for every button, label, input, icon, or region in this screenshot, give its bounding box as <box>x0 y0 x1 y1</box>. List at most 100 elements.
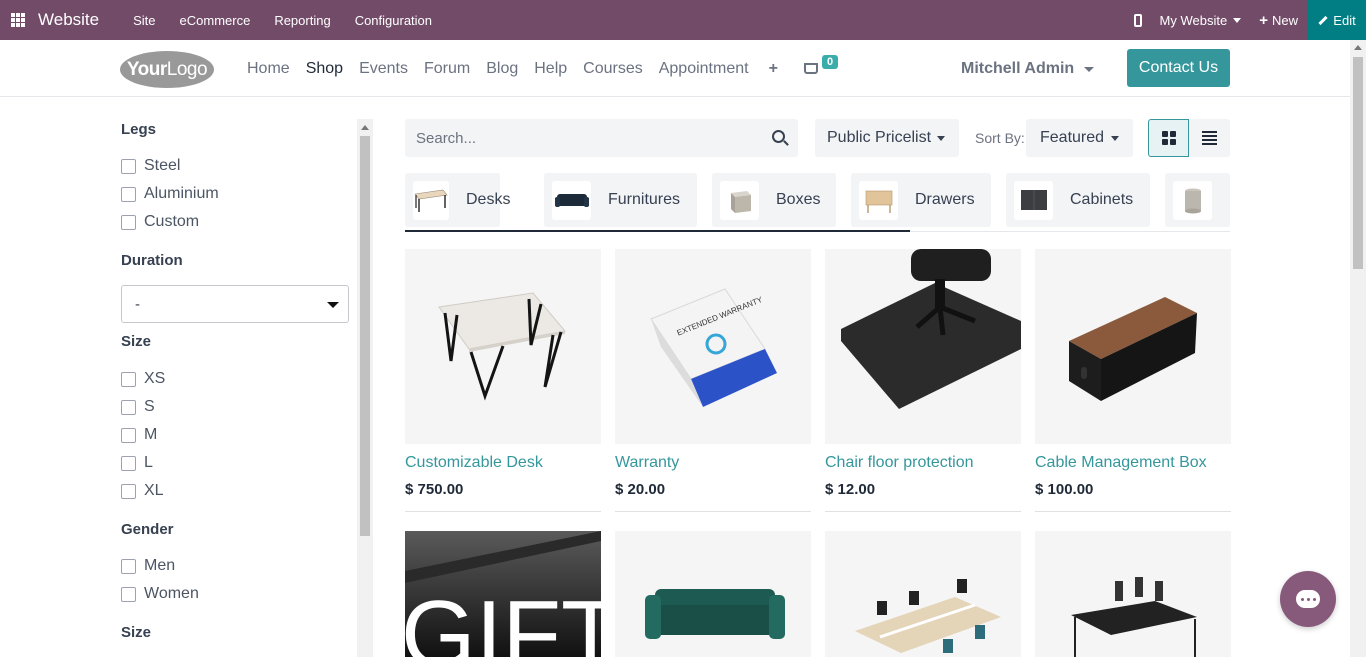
product-card[interactable]: Customizable Desk $ 750.00 <box>405 249 601 512</box>
livechat-button[interactable] <box>1280 571 1336 627</box>
filter-size-xs[interactable]: XS <box>121 370 165 388</box>
website-switcher[interactable]: My Website <box>1160 13 1242 28</box>
filter-size-l[interactable]: L <box>121 454 153 472</box>
checkbox[interactable] <box>121 186 136 202</box>
filter-legs-aluminium[interactable]: Aluminium <box>121 185 219 203</box>
contact-us-button[interactable]: Contact Us <box>1127 49 1230 87</box>
add-menu-plus-icon[interactable]: + <box>769 60 778 78</box>
menu-configuration[interactable]: Configuration <box>343 13 444 28</box>
filter-gender-women[interactable]: Women <box>121 585 199 603</box>
nav-help[interactable]: Help <box>534 60 567 78</box>
checkbox[interactable] <box>121 371 136 387</box>
apps-menu-icon[interactable] <box>0 0 36 40</box>
product-name[interactable]: Chair floor protection <box>825 454 1021 472</box>
sidebar-scrollbar-thumb[interactable] <box>360 136 370 536</box>
card-divider <box>825 511 1021 512</box>
filter-gender-men[interactable]: Men <box>121 557 175 575</box>
sidebar-scrollbar[interactable] <box>357 119 373 657</box>
search-input[interactable]: Search... <box>416 130 476 147</box>
category-partial[interactable] <box>1165 173 1230 227</box>
nav-blog[interactable]: Blog <box>486 60 518 78</box>
site-logo[interactable]: Your Logo <box>120 51 214 88</box>
category-scroll-indicator <box>405 230 910 232</box>
product-card[interactable] <box>615 531 811 657</box>
product-name[interactable]: Cable Management Box <box>1035 454 1231 472</box>
product-image[interactable] <box>405 249 601 444</box>
nav-forum[interactable]: Forum <box>424 60 470 78</box>
pricelist-dropdown[interactable]: Public Pricelist <box>815 119 959 157</box>
nav-events[interactable]: Events <box>359 60 408 78</box>
checkbox[interactable] <box>121 158 136 174</box>
card-divider <box>1035 511 1231 512</box>
category-boxes[interactable]: Boxes <box>712 173 836 227</box>
nav-appointment[interactable]: Appointment <box>659 60 749 78</box>
menu-site[interactable]: Site <box>121 13 167 28</box>
nav-shop[interactable]: Shop <box>306 60 343 78</box>
page-scrollbar-thumb[interactable] <box>1353 57 1363 269</box>
mobile-preview-icon[interactable] <box>1133 13 1142 27</box>
list-view-button[interactable] <box>1189 119 1230 157</box>
product-image[interactable]: EXTENDED WARRANTY <box>615 249 811 444</box>
product-card[interactable]: GIFT <box>405 531 601 657</box>
sort-dropdown[interactable]: Featured <box>1026 119 1133 157</box>
product-image[interactable] <box>825 249 1021 444</box>
filter-legs-title: Legs <box>121 121 157 138</box>
product-card[interactable] <box>825 531 1021 657</box>
filter-legs-custom[interactable]: Custom <box>121 213 199 231</box>
user-menu[interactable]: Mitchell Admin <box>961 60 1095 78</box>
filter-size-xl[interactable]: XL <box>121 482 164 500</box>
cart-link[interactable]: 0 <box>804 55 839 74</box>
scroll-up-icon[interactable] <box>1354 45 1362 50</box>
chat-bubble-icon <box>1296 590 1320 608</box>
new-button-label: New <box>1271 12 1298 28</box>
checkbox[interactable] <box>121 455 136 471</box>
chevron-down-icon <box>937 136 945 141</box>
filter-option-label: Custom <box>144 213 200 230</box>
category-cabinets[interactable]: Cabinets <box>1006 173 1150 227</box>
product-image[interactable] <box>1035 249 1231 444</box>
website-header: Your Logo Home Shop Events Forum Blog Hel… <box>0 40 1350 97</box>
nav-home[interactable]: Home <box>247 60 290 78</box>
menu-reporting[interactable]: Reporting <box>262 13 342 28</box>
new-button[interactable]: + New <box>1259 12 1298 29</box>
page-scrollbar[interactable] <box>1350 40 1366 657</box>
nav-courses[interactable]: Courses <box>583 60 643 78</box>
filter-size-s[interactable]: S <box>121 398 155 416</box>
filter-legs-steel[interactable]: Steel <box>121 157 180 175</box>
filter-size-m[interactable]: M <box>121 426 157 444</box>
card-divider <box>615 511 811 512</box>
category-thumbnail <box>1173 180 1212 220</box>
category-drawers[interactable]: Drawers <box>851 173 991 227</box>
checkbox[interactable] <box>121 399 136 415</box>
menu-ecommerce[interactable]: eCommerce <box>168 13 263 28</box>
product-image[interactable] <box>615 531 811 657</box>
product-image[interactable]: GIFT <box>405 531 601 657</box>
category-desks[interactable]: Desks <box>405 173 510 227</box>
product-card[interactable] <box>1035 531 1231 657</box>
edit-button[interactable]: Edit <box>1308 0 1366 40</box>
product-card[interactable]: EXTENDED WARRANTY Warranty $ 20.00 <box>615 249 811 512</box>
product-card[interactable]: Chair floor protection $ 12.00 <box>825 249 1021 512</box>
product-name[interactable]: Customizable Desk <box>405 454 601 472</box>
checkbox[interactable] <box>121 586 136 602</box>
product-price: $ 12.00 <box>825 481 876 498</box>
product-search[interactable]: Search... <box>405 119 798 157</box>
category-furnitures[interactable]: Furnitures <box>544 173 697 227</box>
checkbox[interactable] <box>121 483 136 499</box>
product-card[interactable]: Cable Management Box $ 100.00 <box>1035 249 1231 512</box>
checkbox[interactable] <box>121 214 136 230</box>
product-image[interactable] <box>1035 531 1231 657</box>
cart-count-badge: 0 <box>822 55 839 69</box>
logo-text-bold: Your <box>126 58 167 80</box>
edit-button-label: Edit <box>1333 12 1356 28</box>
product-image[interactable] <box>825 531 1021 657</box>
app-brand[interactable]: Website <box>38 10 99 30</box>
scroll-up-icon[interactable] <box>361 125 369 130</box>
checkbox[interactable] <box>121 558 136 574</box>
product-name[interactable]: Warranty <box>615 454 811 472</box>
grid-view-button[interactable] <box>1148 119 1189 157</box>
filter-size-title: Size <box>121 333 152 350</box>
search-icon[interactable] <box>772 130 785 143</box>
checkbox[interactable] <box>121 427 136 443</box>
duration-select[interactable]: - <box>121 285 349 323</box>
